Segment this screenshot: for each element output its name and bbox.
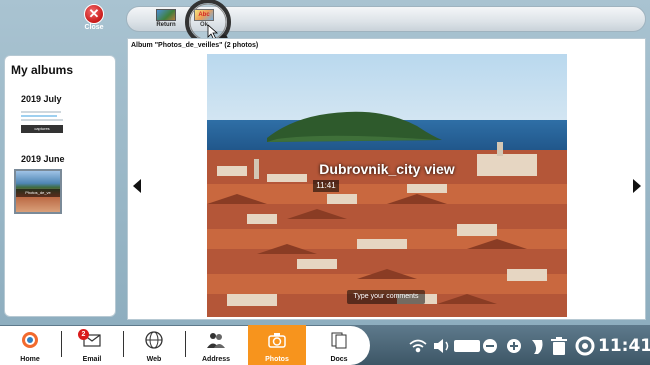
ok-button[interactable]: Abc Ok — [189, 9, 219, 31]
ok-icon: Abc — [194, 9, 214, 21]
divider — [185, 331, 186, 357]
return-label: Return — [156, 22, 176, 28]
photo-viewer: Album "Photos_de_veilles" (2 photos) Dub… — [127, 38, 646, 320]
album-thumb-july[interactable]: captures — [19, 109, 63, 137]
volume-up-icon — [507, 339, 521, 353]
comment-input[interactable]: Type your comments — [347, 290, 425, 304]
camera-icon — [268, 333, 286, 348]
photo-title: Dubrovnik_city view — [319, 161, 455, 177]
taskbar-label: Home — [20, 356, 40, 363]
album-label-july[interactable]: 2019 July — [21, 94, 62, 104]
album-caption: Album "Photos_de_veilles" (2 photos) — [131, 42, 259, 49]
clock: 11:41 — [598, 336, 650, 356]
wifi-icon — [409, 339, 427, 353]
thumb-caption: captures — [21, 125, 63, 133]
albums-panel: My albums 2019 July captures 2019 June P… — [4, 55, 116, 317]
toolbar: Return Abc Ok — [126, 6, 646, 32]
ok-label: Ok — [199, 22, 208, 28]
taskbar-label: Email — [82, 356, 102, 363]
album-thumb-june[interactable]: Photos_de_ve — [14, 169, 62, 214]
moon-icon — [532, 340, 543, 354]
battery-icon — [454, 340, 480, 352]
trash-icon — [551, 337, 567, 355]
taskbar-label: Photos — [265, 356, 289, 363]
next-arrow-icon[interactable] — [633, 179, 641, 193]
divider — [61, 331, 62, 357]
taskbar-photos[interactable]: Photos — [249, 327, 305, 363]
taskbar-docs[interactable]: Docs — [311, 327, 367, 363]
albums-title: My albums — [11, 63, 74, 77]
previous-arrow-icon[interactable] — [133, 179, 141, 193]
return-button[interactable]: Return — [151, 9, 181, 31]
taskbar-web[interactable]: Web — [126, 327, 182, 363]
docs-icon — [331, 332, 347, 349]
home-icon — [22, 332, 38, 348]
album-label-june[interactable]: 2019 June — [21, 154, 65, 164]
photo-image — [207, 54, 567, 317]
return-icon — [156, 9, 176, 21]
taskbar-home[interactable]: Home — [2, 327, 58, 363]
taskbar-address[interactable]: Address — [188, 327, 244, 363]
contacts-icon — [207, 333, 225, 348]
volume-icon — [434, 339, 449, 353]
close-label: Close — [84, 24, 104, 31]
close-button[interactable]: ✕ Close — [76, 4, 112, 34]
taskbar-label: Address — [201, 356, 230, 363]
globe-icon — [145, 331, 163, 349]
taskbar-label: Docs — [330, 356, 348, 363]
volume-down-icon — [483, 339, 497, 353]
taskbar-email[interactable]: Email — [64, 327, 120, 363]
system-tray — [409, 336, 595, 356]
help-icon — [575, 336, 595, 356]
photo-time: 11:41 — [313, 180, 339, 192]
divider — [123, 331, 124, 357]
close-icon: ✕ — [84, 4, 104, 24]
taskbar-label: Web — [146, 356, 162, 363]
email-badge: 2 — [78, 329, 89, 340]
photo: Dubrovnik_city view 11:41 Type your comm… — [207, 54, 567, 317]
thumb-caption: Photos_de_ve — [16, 189, 60, 197]
